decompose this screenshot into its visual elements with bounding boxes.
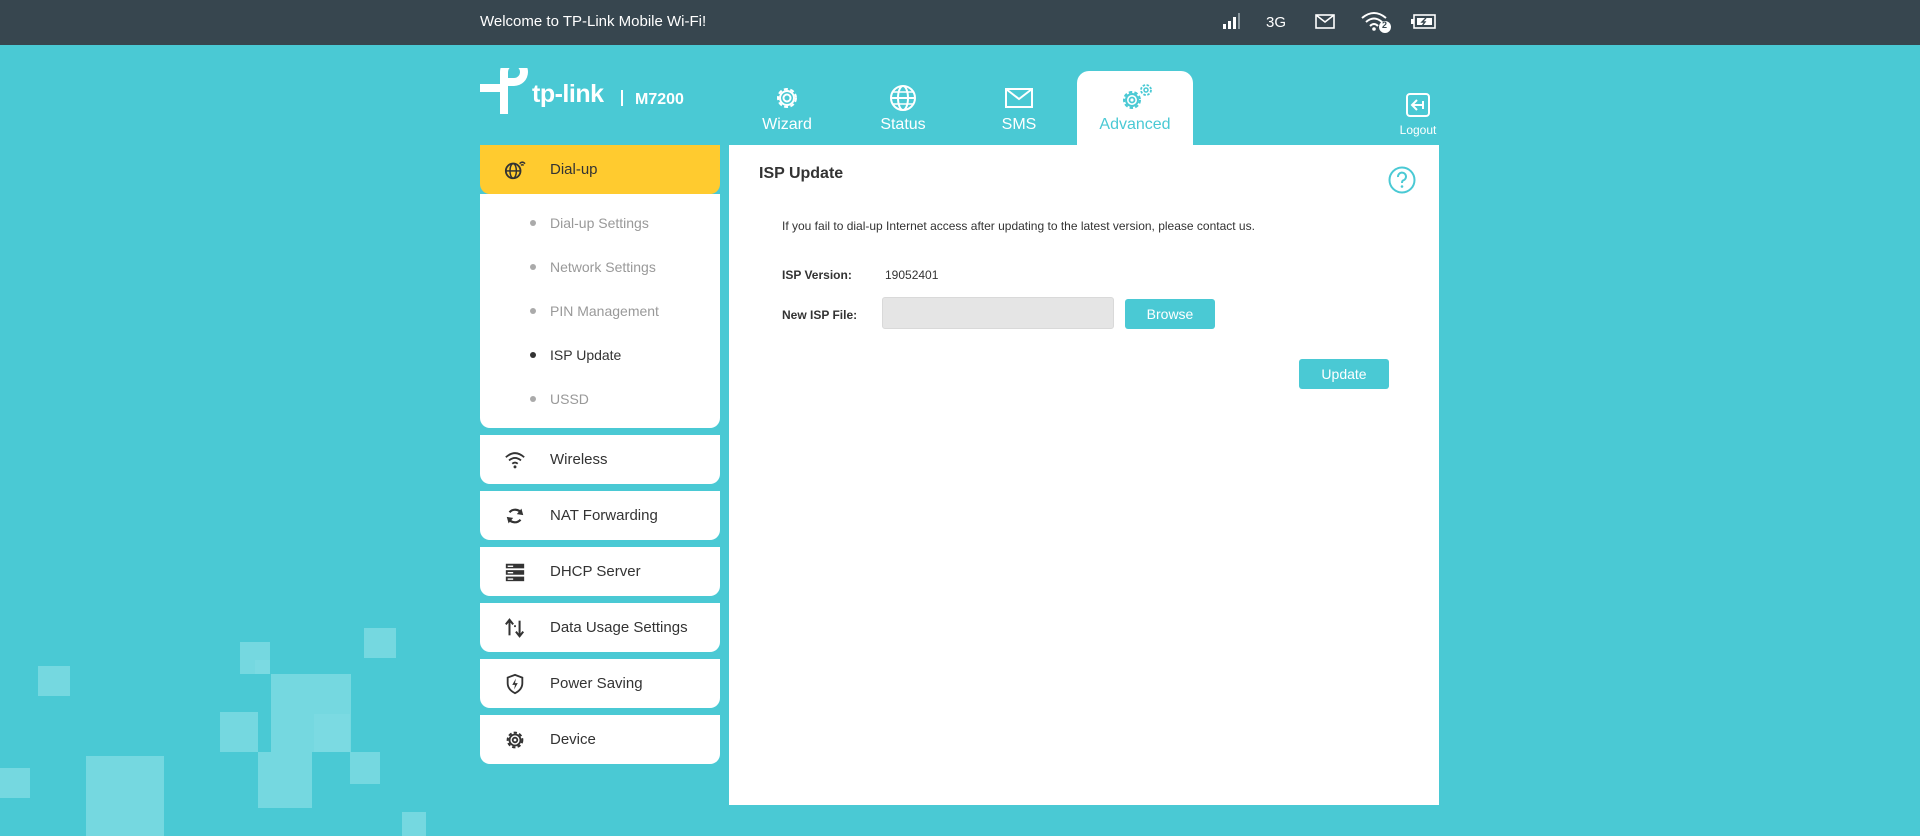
bullet bbox=[530, 264, 536, 270]
tab-advanced[interactable]: Advanced bbox=[1077, 71, 1193, 145]
sidebar-subitem-label: PIN Management bbox=[550, 303, 659, 319]
sidebar-item-dhcp-server[interactable]: DHCP Server bbox=[480, 547, 720, 596]
logout-icon bbox=[1406, 93, 1430, 117]
sidebar-item-device[interactable]: Device bbox=[480, 715, 720, 764]
sidebar-item-label: Wireless bbox=[550, 451, 608, 468]
new-isp-file-label: New ISP File: bbox=[782, 308, 858, 322]
gear-icon bbox=[777, 88, 797, 108]
sidebar-item-data-usage-settings[interactable]: Data Usage Settings bbox=[480, 603, 720, 652]
sidebar-subitem-label: Network Settings bbox=[550, 259, 656, 275]
wifi-client-count: 2 bbox=[1382, 20, 1388, 30]
server-icon bbox=[505, 563, 525, 582]
tab-label: SMS bbox=[1001, 116, 1037, 133]
bullet bbox=[530, 352, 536, 358]
sidebar-subitem-label: ISP Update bbox=[550, 347, 622, 363]
logout-label: Logout bbox=[1399, 123, 1437, 137]
bullet bbox=[530, 220, 536, 226]
model-name: M7200 bbox=[635, 91, 684, 108]
sidebar-item-label: Power Saving bbox=[550, 675, 643, 692]
sidebar-item-dial-up[interactable]: Dial-up bbox=[480, 145, 720, 194]
signal-icon bbox=[1223, 13, 1240, 29]
sidebar-item-label: Device bbox=[550, 731, 596, 748]
sidebar-item-label: NAT Forwarding bbox=[550, 507, 658, 524]
logout-button[interactable]: Logout bbox=[1386, 92, 1450, 137]
sidebar-item-label: DHCP Server bbox=[550, 563, 641, 580]
tab-status[interactable]: Status bbox=[845, 71, 961, 145]
refresh-icon bbox=[506, 508, 524, 524]
sidebar-item-label: Data Usage Settings bbox=[550, 619, 688, 636]
logo-separator bbox=[621, 90, 623, 106]
shield-bolt-icon bbox=[506, 673, 524, 695]
tab-wizard[interactable]: Wizard bbox=[729, 71, 845, 145]
help-icon[interactable] bbox=[1387, 165, 1417, 195]
sidebar-item-wireless[interactable]: Wireless bbox=[480, 435, 720, 484]
mail-icon[interactable] bbox=[1315, 14, 1335, 30]
gears-icon bbox=[1123, 84, 1152, 109]
isp-file-input[interactable] bbox=[882, 297, 1114, 329]
tab-label: Status bbox=[880, 116, 926, 133]
sidebar-item-power-saving[interactable]: Power Saving bbox=[480, 659, 720, 708]
bullet bbox=[530, 396, 536, 402]
network-type: 3G bbox=[1266, 14, 1287, 31]
sidebar-subitem-label: Dial-up Settings bbox=[550, 215, 649, 231]
globe-signal-icon bbox=[504, 161, 526, 180]
isp-version-label: ISP Version: bbox=[782, 268, 852, 282]
tab-label: Advanced bbox=[1099, 116, 1171, 133]
sidebar-subitem-isp-update[interactable]: ISP Update bbox=[480, 334, 720, 378]
dial-up-submenu: Dial-up Settings Network Settings PIN Ma… bbox=[480, 194, 720, 428]
up-down-arrows-icon bbox=[505, 618, 525, 638]
sidebar-subitem-network-settings[interactable]: Network Settings bbox=[480, 246, 720, 290]
wifi-icon: 2 bbox=[1360, 10, 1392, 34]
sidebar-item-label: Dial-up bbox=[550, 161, 598, 178]
gear-icon bbox=[506, 731, 524, 749]
sidebar-subitem-ussd[interactable]: USSD bbox=[480, 378, 720, 422]
tp-link-logo: tp-link M7200 bbox=[480, 68, 700, 120]
tab-label: Wizard bbox=[762, 116, 812, 133]
sidebar-subitem-pin-management[interactable]: PIN Management bbox=[480, 290, 720, 334]
welcome-text: Welcome to TP-Link Mobile Wi-Fi! bbox=[480, 13, 707, 30]
info-note: If you fail to dial-up Internet access a… bbox=[782, 219, 1255, 233]
status-icons: 3G 2 bbox=[1215, 0, 1440, 45]
update-button[interactable]: Update bbox=[1299, 359, 1389, 389]
wifi-icon bbox=[505, 452, 525, 469]
battery-icon bbox=[1411, 14, 1436, 29]
envelope-icon bbox=[1005, 88, 1033, 108]
browse-button[interactable]: Browse bbox=[1125, 299, 1215, 329]
sidebar-subitem-dial-up-settings[interactable]: Dial-up Settings bbox=[480, 202, 720, 246]
sidebar-menu: Dial-up Dial-up Settings Network Setting… bbox=[480, 145, 720, 771]
sidebar-item-nat-forwarding[interactable]: NAT Forwarding bbox=[480, 491, 720, 540]
isp-update-panel: ISP Update If you fail to dial-up Intern… bbox=[729, 145, 1439, 805]
sidebar-subitem-label: USSD bbox=[550, 391, 589, 407]
tab-sms[interactable]: SMS bbox=[961, 71, 1077, 145]
top-status-bar: Welcome to TP-Link Mobile Wi-Fi! 3G 2 bbox=[0, 0, 1920, 45]
logo-mark-icon bbox=[480, 68, 528, 114]
brand-name: tp-link bbox=[532, 80, 604, 108]
bullet bbox=[530, 308, 536, 314]
globe-icon bbox=[890, 85, 916, 111]
isp-version-value: 19052401 bbox=[885, 268, 939, 282]
page-title: ISP Update bbox=[759, 165, 844, 182]
